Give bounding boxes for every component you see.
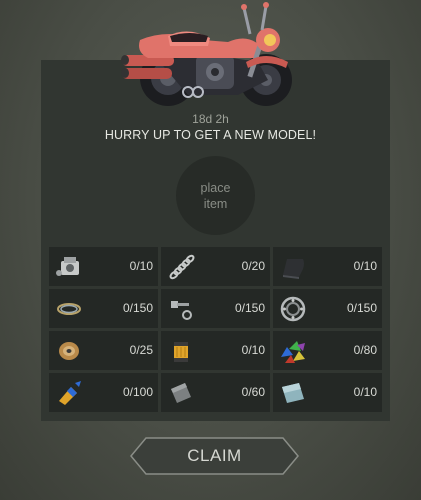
resource-count: 0/25 — [129, 343, 153, 357]
resource-cell-metal-plate[interactable]: 0/60 — [161, 373, 270, 412]
claim-button[interactable]: CLAIM — [130, 437, 299, 475]
slot-label-line1: place — [200, 180, 231, 195]
hurry-message: HURRY UP TO GET A NEW MODEL! — [104, 128, 317, 142]
resource-count: 0/20 — [241, 259, 265, 273]
wire-coil-icon — [57, 303, 81, 315]
place-item-slot[interactable]: place item — [176, 156, 255, 235]
glass-plate-icon — [282, 383, 304, 403]
bolt-icon — [171, 301, 192, 320]
bearing-icon — [280, 296, 306, 322]
seat-icon — [283, 259, 304, 279]
resource-count: 0/10 — [353, 385, 377, 399]
motorcycle-image — [121, 2, 292, 106]
slot-label-line2: item — [203, 196, 228, 211]
resource-cell-bolt[interactable]: 0/150 — [161, 289, 270, 328]
resource-cell-bearing[interactable]: 0/150 — [273, 289, 382, 328]
resource-count: 0/100 — [122, 385, 153, 399]
resource-grid: 0/10 0/20 0/10 0/150 0/150 0/150 0/25 0/… — [49, 247, 383, 412]
resource-count: 0/60 — [241, 385, 265, 399]
countdown-timer: 18d 2h — [192, 112, 229, 126]
resource-cell-wire-coil[interactable]: 0/150 — [49, 289, 158, 328]
glue-icon — [59, 381, 81, 405]
resource-cell-seat[interactable]: 0/10 — [273, 247, 382, 286]
resource-count: 0/10 — [353, 259, 377, 273]
gem-pile-icon — [281, 341, 305, 363]
resource-cell-engine[interactable]: 0/10 — [49, 247, 158, 286]
fuel-filter-icon — [174, 342, 188, 362]
resource-count: 0/150 — [346, 301, 377, 315]
resource-cell-glue[interactable]: 0/100 — [49, 373, 158, 412]
resource-cell-wire-spool[interactable]: 0/25 — [49, 331, 158, 370]
engine-icon — [56, 257, 79, 276]
wire-spool-icon — [59, 342, 79, 360]
resource-count: 0/10 — [241, 343, 265, 357]
resource-count: 0/150 — [122, 301, 153, 315]
resource-cell-gem-pile[interactable]: 0/80 — [273, 331, 382, 370]
resource-cell-spring[interactable]: 0/20 — [161, 247, 270, 286]
resource-cell-glass-plate[interactable]: 0/10 — [273, 373, 382, 412]
resource-count: 0/80 — [353, 343, 377, 357]
resource-cell-fuel-filter[interactable]: 0/10 — [161, 331, 270, 370]
resource-count: 0/10 — [129, 259, 153, 273]
metal-plate-icon — [171, 383, 191, 403]
spring-icon — [169, 254, 195, 280]
resource-count: 0/150 — [234, 301, 265, 315]
